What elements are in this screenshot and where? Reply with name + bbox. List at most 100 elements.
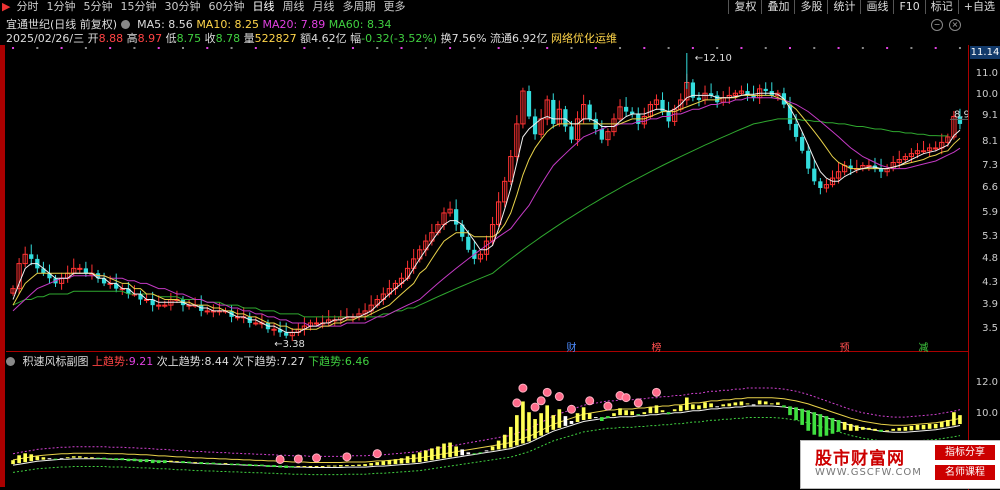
sub-axis-tick-label: 12.0 [975, 377, 998, 389]
tab-period-0[interactable]: 分时 [12, 0, 42, 14]
minus-icon[interactable]: − [931, 19, 943, 31]
change-value: -0.32(-3.52%) [361, 32, 438, 45]
indicator-bar [71, 456, 76, 458]
indicator-bar [581, 407, 586, 421]
indicator-bar [296, 466, 301, 468]
tab-period-4[interactable]: 30分钟 [160, 0, 204, 14]
turnover-label: 换 [440, 32, 452, 45]
indicator-bar [812, 412, 817, 435]
candle-body [818, 181, 823, 188]
indicator-bar [739, 401, 744, 406]
indicator-bar [593, 417, 598, 419]
top-marker [521, 47, 524, 49]
indicator-title[interactable]: 积速风标副图 [23, 355, 89, 368]
top-marker [813, 47, 816, 49]
indicator-bar [241, 464, 246, 466]
indicator-bar [144, 459, 149, 463]
tab-period-6[interactable]: 日线 [248, 0, 278, 14]
tab-period-2[interactable]: 5分钟 [79, 0, 116, 14]
candle-body [313, 322, 320, 325]
candle-body [284, 332, 289, 336]
tab-period-3[interactable]: 15分钟 [116, 0, 160, 14]
toolbar-button-1[interactable]: 叠加 [761, 0, 794, 14]
teacher-course-button[interactable]: 名师课程 [935, 465, 995, 480]
top-marker [667, 47, 670, 49]
event-flag-1[interactable]: 榜 [651, 339, 661, 354]
indicator-bar [272, 465, 276, 468]
concept-tag[interactable]: 网络优化运维 [551, 32, 617, 45]
stock-title[interactable]: 宜通世纪(日线 前复权) [6, 18, 117, 31]
event-flag-0[interactable]: 财 [566, 339, 576, 354]
indicator-bar [618, 408, 622, 416]
indicator-bar [65, 457, 70, 459]
indicator-bar [709, 403, 713, 408]
indicator-bar [636, 414, 641, 416]
indicator-bar [229, 463, 234, 466]
tab-period-7[interactable]: 周线 [278, 0, 308, 14]
turnover-value: 7.56% [451, 32, 487, 45]
top-marker [351, 47, 354, 49]
indicator-bar [175, 461, 179, 463]
open-value: 8.88 [98, 32, 124, 45]
indicator-bar [156, 460, 161, 464]
candle-body [806, 150, 811, 169]
candlestick-chart[interactable]: ←12.10 ←3.38 8.98 [6, 45, 969, 351]
indicator-bar [77, 456, 82, 458]
indicator-bar [642, 412, 647, 415]
indicator-bar [205, 462, 210, 465]
left-panel-strip[interactable] [0, 45, 5, 487]
tab-period-5[interactable]: 60分钟 [204, 0, 248, 14]
tab-period-8[interactable]: 月线 [308, 0, 338, 14]
event-flag-2[interactable]: 预 [840, 339, 850, 354]
event-flag-3[interactable]: 减 [919, 339, 929, 354]
signal-marker [312, 453, 322, 463]
gear-icon[interactable] [6, 357, 15, 366]
toolbar-button-4[interactable]: 画线 [860, 0, 893, 14]
indicator-bar [351, 465, 355, 467]
toolbar-button-2[interactable]: 多股 [794, 0, 827, 14]
toolbar-button-7[interactable]: +自选 [957, 0, 1000, 14]
toolbar-button-3[interactable]: 统计 [827, 0, 860, 14]
indicator-title-row: 积速风标副图 上趋势:9.21 次上趋势:8.44 次下趋势:7.27 下趋势:… [6, 355, 369, 368]
top-marker [230, 47, 233, 49]
axis-tick-label: 8.1 [982, 136, 998, 148]
indicator-bar [575, 413, 580, 422]
period-tabs: ▶ 分时 1分钟 5分钟 15分钟 30分钟 60分钟 日线 周线 月线 多周期 更多 [0, 0, 409, 14]
indicator-bar [848, 423, 853, 431]
volume-value: 522827 [254, 32, 297, 45]
toolbar-button-0[interactable]: 复权 [728, 0, 761, 14]
tab-period-9[interactable]: 多周期 [338, 0, 379, 14]
tab-period-10[interactable]: 更多 [379, 0, 409, 14]
indicator-bar [59, 458, 64, 460]
gear-icon[interactable] [120, 20, 130, 29]
toolbar-button-6[interactable]: 标记 [924, 0, 958, 14]
pane-divider[interactable] [6, 351, 969, 352]
indicator-share-button[interactable]: 指标分享 [935, 445, 995, 460]
indicator-bar [138, 459, 143, 463]
price-axis[interactable]: 11.14 11.0 10.0 9.1 8.1 7.3 6.6 5.9 5.3 4.8 4.3 3.9… [968, 45, 1000, 490]
top-marker [594, 47, 597, 49]
indicator-bar [666, 412, 671, 415]
indicator-bar [35, 456, 40, 461]
indicator-bar [927, 423, 932, 429]
top-marker [109, 47, 112, 49]
candle-body [812, 168, 817, 182]
indicator-bar [600, 417, 604, 422]
play-icon[interactable]: ▶ [0, 0, 12, 14]
indicator-bar [508, 426, 513, 448]
watermark: 股市财富网 WWW.GSCFW.COM 指标分享 名师课程 [800, 440, 1000, 489]
top-marker [424, 47, 427, 49]
volume-label: 量 [243, 32, 255, 45]
candle-body [866, 165, 872, 168]
signal-marker [554, 392, 564, 402]
indicator-bar [794, 407, 798, 421]
indicator-bar [885, 430, 889, 432]
indicator-bar [587, 413, 592, 420]
toolbar-button-5[interactable]: F10 [893, 0, 924, 14]
indicator-bar [102, 457, 106, 460]
close-icon[interactable]: × [949, 19, 961, 31]
tab-period-1[interactable]: 1分钟 [42, 0, 79, 14]
top-marker [279, 47, 282, 49]
indicator-bar [266, 465, 270, 468]
indicator-bar [854, 425, 859, 431]
